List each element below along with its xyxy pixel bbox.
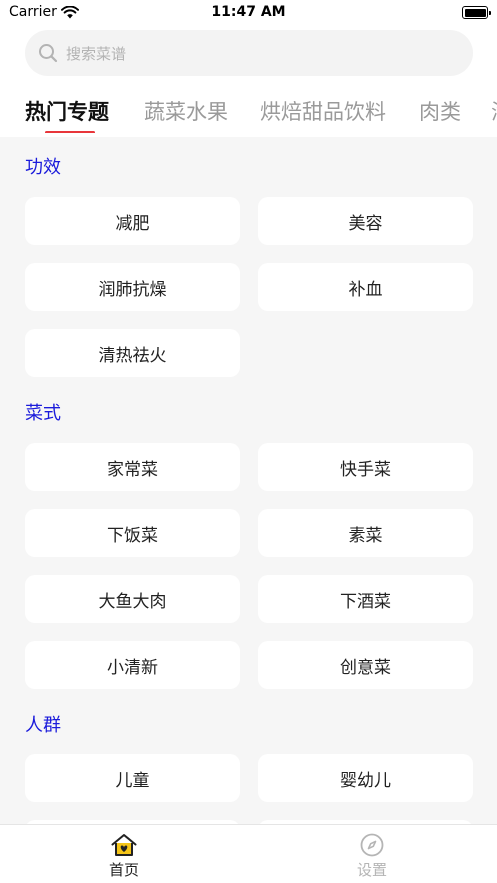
bottom-tab-bar: 首页 设置 — [0, 824, 497, 883]
tabbar-item-settings[interactable]: 设置 — [312, 833, 432, 880]
search-input[interactable]: 搜索菜谱 — [25, 30, 473, 76]
search-icon — [39, 44, 58, 63]
topic-card[interactable]: 大鱼大肉 — [25, 575, 240, 623]
section-title-audience: 人群 — [25, 715, 61, 736]
active-tab-indicator — [45, 131, 95, 133]
section-title-dish-style: 菜式 — [25, 403, 61, 424]
compass-icon — [360, 833, 384, 857]
topic-card[interactable]: 下酒菜 — [258, 575, 473, 623]
topic-card[interactable]: 小清新 — [25, 641, 240, 689]
topic-card[interactable]: 快手菜 — [258, 443, 473, 491]
battery-icon — [462, 6, 491, 19]
topic-list: 功效 减肥 美容 润肺抗燥 补血 清热祛火 菜式 家常菜 快手菜 下饭菜 素菜 … — [0, 137, 497, 824]
status-bar: Carrier 11:47 AM — [0, 0, 497, 26]
tabbar-label-home: 首页 — [108, 861, 139, 879]
topic-card[interactable]: 家常菜 — [25, 443, 240, 491]
topic-card[interactable]: 婴幼儿 — [258, 754, 473, 802]
search-placeholder: 搜索菜谱 — [66, 44, 127, 63]
topic-card[interactable]: 清热祛火 — [25, 329, 240, 377]
tab-meat[interactable]: 肉类 — [419, 96, 461, 126]
home-icon — [111, 834, 137, 856]
topic-card[interactable]: 下饭菜 — [25, 509, 240, 557]
topic-card[interactable]: 创意菜 — [258, 641, 473, 689]
tab-seafood-partial[interactable]: 海 — [491, 96, 497, 126]
status-time: 11:47 AM — [211, 4, 286, 20]
tabbar-item-home[interactable]: 首页 — [64, 833, 184, 880]
screen: Carrier 11:47 AM 搜索菜谱 热门专题 蔬菜水果 烘焙甜品饮料 肉… — [0, 0, 497, 883]
topic-card[interactable]: 减肥 — [25, 197, 240, 245]
tab-hot-topics[interactable]: 热门专题 — [25, 96, 109, 126]
topic-card[interactable]: 素菜 — [258, 509, 473, 557]
section-title-efficacy: 功效 — [25, 157, 61, 178]
topic-card[interactable]: 儿童 — [25, 754, 240, 802]
tab-baking-desserts-drinks[interactable]: 烘焙甜品饮料 — [260, 96, 386, 126]
tabbar-label-settings: 设置 — [356, 861, 387, 879]
topic-card[interactable]: 美容 — [258, 197, 473, 245]
topic-card[interactable]: 补血 — [258, 263, 473, 311]
tab-vegetables-fruits[interactable]: 蔬菜水果 — [144, 96, 228, 126]
category-tabs: 热门专题 蔬菜水果 烘焙甜品饮料 肉类 海 — [0, 88, 497, 133]
topic-card[interactable]: 润肺抗燥 — [25, 263, 240, 311]
header: 搜索菜谱 热门专题 蔬菜水果 烘焙甜品饮料 肉类 海 — [0, 26, 497, 137]
